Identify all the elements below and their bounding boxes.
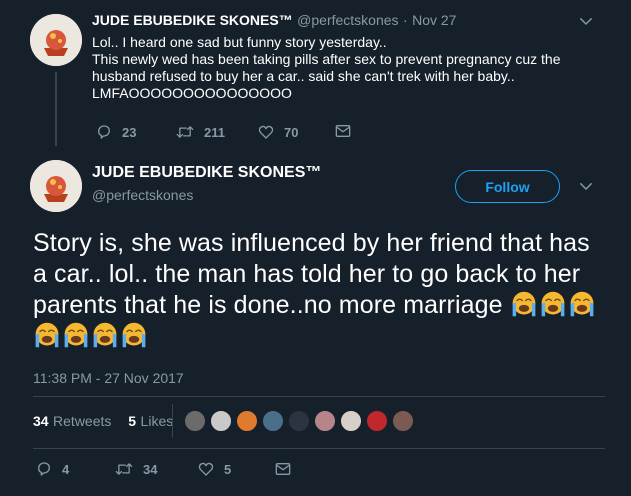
main-avatar[interactable] [30,160,82,212]
retweet-count: 34 [33,413,49,429]
retweet-icon [176,126,194,138]
chevron-down-icon[interactable] [577,177,595,195]
stats-divider-top [33,396,605,397]
liker-avatar[interactable] [261,409,285,433]
main-like-count: 5 [224,461,232,477]
engagement-stats: 34 Retweets 5 Likes [33,413,173,431]
main-dm-action[interactable] [275,462,301,476]
heart-icon [198,462,214,476]
main-reply-count: 4 [62,461,70,477]
likes-stat[interactable]: 5 Likes [128,413,173,430]
parent-retweet-count: 211 [204,124,225,140]
follow-button[interactable]: Follow [455,170,560,203]
liker-avatar[interactable] [313,409,337,433]
reply-icon [38,462,50,476]
main-tweet-text: Story is, she was influenced by her frie… [33,228,605,352]
parent-display-name[interactable]: JUDE EBUBEDIKE SKONES™ [92,12,293,28]
main-header: JUDE EBUBEDIKE SKONES™ @perfectskones [92,164,321,203]
liker-avatar[interactable] [235,409,259,433]
thread-connector [55,72,57,146]
parent-reply-count: 23 [122,124,137,140]
parent-like-count: 70 [284,124,299,140]
parent-dm-action[interactable] [335,124,361,138]
liker-avatar[interactable] [209,409,233,433]
parent-header: JUDE EBUBEDIKE SKONES™ @perfectskones · … [92,12,456,30]
parent-avatar[interactable] [30,14,82,66]
loudly-crying-face-icon [512,291,536,317]
parent-reply-action[interactable]: 23 [96,124,136,140]
parent-tweet-text: Lol.. I heard one sad but funny story ye… [92,34,561,101]
like-label: Likes [140,413,174,429]
tweet-timestamp[interactable]: 11:38 PM - 27 Nov 2017 [33,370,184,386]
liker-avatar[interactable] [391,409,415,433]
main-handle[interactable]: @perfectskones [92,187,321,203]
liker-avatars [183,409,415,433]
liker-avatar[interactable] [365,409,389,433]
loudly-crying-face-icon [570,291,594,317]
parent-date[interactable]: Nov 27 [412,12,456,28]
avatar-image [30,14,82,66]
retweets-stat[interactable]: 34 Retweets [33,413,116,430]
avatar-image [30,160,82,212]
parent-like-action[interactable]: 70 [258,124,298,140]
main-reply-action[interactable]: 4 [36,461,69,477]
loudly-crying-face-icon [35,322,59,348]
heart-icon [258,125,274,139]
envelope-icon [335,125,351,137]
main-retweet-count: 34 [143,461,158,477]
loudly-crying-face-icon [64,322,88,348]
retweet-icon [115,463,133,475]
main-tweet-body: Story is, she was influenced by her frie… [33,229,590,319]
parent-handle[interactable]: @perfectskones [297,12,398,28]
stats-separator [172,404,173,438]
main-retweet-action[interactable]: 34 [115,461,157,477]
main-display-name[interactable]: JUDE EBUBEDIKE SKONES™ [92,164,321,182]
loudly-crying-face-icon [122,322,146,348]
liker-avatar[interactable] [183,409,207,433]
liker-avatar[interactable] [339,409,363,433]
loudly-crying-face-icon [541,291,565,317]
retweet-label: Retweets [53,413,112,429]
loudly-crying-face-icon [93,322,117,348]
envelope-icon [275,463,291,475]
like-count: 5 [128,413,137,429]
chevron-down-icon[interactable] [577,12,595,30]
stats-divider-bottom [33,448,605,449]
parent-retweet-action[interactable]: 211 [176,124,225,140]
date-separator: · [402,12,408,28]
liker-avatar[interactable] [287,409,311,433]
reply-icon [98,125,110,139]
main-like-action[interactable]: 5 [198,461,231,477]
